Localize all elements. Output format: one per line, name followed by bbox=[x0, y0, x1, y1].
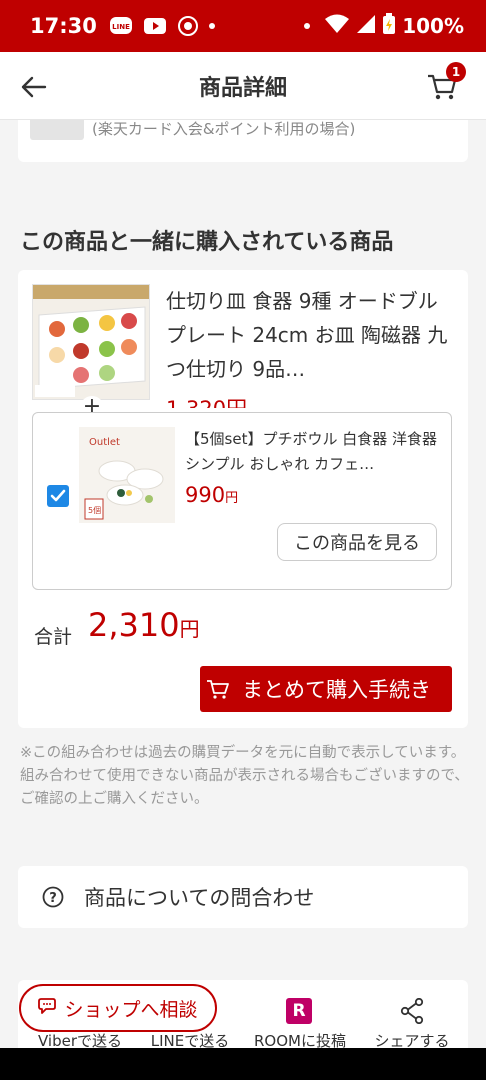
share-icon bbox=[400, 997, 424, 1028]
total-label: 合計 bbox=[34, 626, 73, 648]
cart-count-badge: 1 bbox=[446, 62, 466, 82]
notification-dot-icon bbox=[304, 23, 311, 29]
notification-dot-icon bbox=[208, 23, 215, 29]
svg-text:LINE: LINE bbox=[112, 23, 130, 31]
cart-button[interactable]: 1 bbox=[426, 62, 466, 104]
back-arrow-icon[interactable] bbox=[18, 72, 48, 102]
line-icon: LINE bbox=[109, 16, 133, 36]
system-nav-bar bbox=[0, 1048, 486, 1080]
help-icon: ? bbox=[42, 886, 64, 908]
youtube-icon bbox=[143, 17, 167, 35]
total-price-yen: 円 bbox=[179, 617, 200, 641]
inquiry-row[interactable]: ? 商品についての問合わせ bbox=[18, 866, 468, 928]
bundle-item-image[interactable]: Outlet 5個 bbox=[79, 427, 175, 523]
cart-icon bbox=[206, 677, 230, 701]
svg-text:Outlet: Outlet bbox=[89, 437, 120, 448]
status-time: 17:30 bbox=[30, 14, 97, 38]
battery-percent: 100% bbox=[402, 14, 464, 38]
view-item-button[interactable]: この商品を見る bbox=[277, 523, 437, 561]
shop-consult-button[interactable]: ショップへ相談 bbox=[19, 984, 217, 1032]
shop-consult-label: ショップへ相談 bbox=[64, 998, 198, 1021]
bundle-item-title[interactable]: 【5個set】プチボウル 白食器 洋食器 シンプル おしゃれ カフェ… bbox=[185, 427, 441, 477]
bundle-item-price: 990円 bbox=[185, 483, 238, 507]
inquiry-label: 商品についての問合わせ bbox=[84, 886, 315, 910]
bundle-item-price-value: 990 bbox=[185, 483, 226, 507]
total-price-value: 2,310 bbox=[88, 606, 180, 644]
bundle-item-price-yen: 円 bbox=[225, 491, 239, 506]
svg-text:5個: 5個 bbox=[88, 505, 101, 515]
app-header: 商品詳細 1 bbox=[0, 52, 486, 120]
disclaimer-text: ※この組み合わせは過去の購買データを元に自動で表示しています。組み合わせて使用で… bbox=[20, 745, 469, 807]
main-product-price: 1,320円 bbox=[166, 394, 247, 408]
battery-icon bbox=[382, 13, 396, 39]
main-product-image[interactable] bbox=[32, 284, 150, 400]
page-title: 商品詳細 bbox=[198, 75, 287, 101]
svg-text:?: ? bbox=[49, 891, 57, 906]
app-icon bbox=[177, 15, 199, 37]
bulk-purchase-button[interactable]: まとめて購入手続き bbox=[200, 666, 452, 712]
payment-card: (楽天カード入会&ポイント利用の場合) bbox=[18, 120, 468, 162]
card-thumbnail bbox=[30, 120, 84, 140]
bundle-item-checkbox[interactable] bbox=[47, 485, 69, 507]
status-bar: 17:30 LINE 100% bbox=[0, 0, 486, 52]
bulk-purchase-label: まとめて購入手続き bbox=[242, 678, 431, 702]
chat-icon bbox=[38, 996, 58, 1021]
section-title: この商品と一緒に購入されている商品 bbox=[20, 230, 394, 255]
signal-icon bbox=[356, 14, 376, 38]
wifi-icon bbox=[324, 14, 350, 38]
rakuten-card-note: (楽天カード入会&ポイント利用の場合) bbox=[92, 120, 356, 138]
total-price: 2,310円 bbox=[88, 606, 200, 644]
check-icon bbox=[50, 489, 66, 502]
main-product-title[interactable]: 仕切り皿 食器 9種 オードブルプレート 24cm お皿 陶磁器 九つ仕切り 9… bbox=[166, 284, 450, 386]
bundle-item-card: Outlet 5個 【5個set】プチボウル 白食器 洋食器 シンプル おしゃれ… bbox=[32, 412, 452, 590]
content-scroll[interactable]: (楽天カード入会&ポイント利用の場合) この商品と一緒に購入されている商品 仕切… bbox=[0, 120, 486, 1048]
bundle-card: 仕切り皿 食器 9種 オードブルプレート 24cm お皿 陶磁器 九つ仕切り 9… bbox=[18, 270, 468, 728]
room-icon: R bbox=[286, 998, 312, 1024]
